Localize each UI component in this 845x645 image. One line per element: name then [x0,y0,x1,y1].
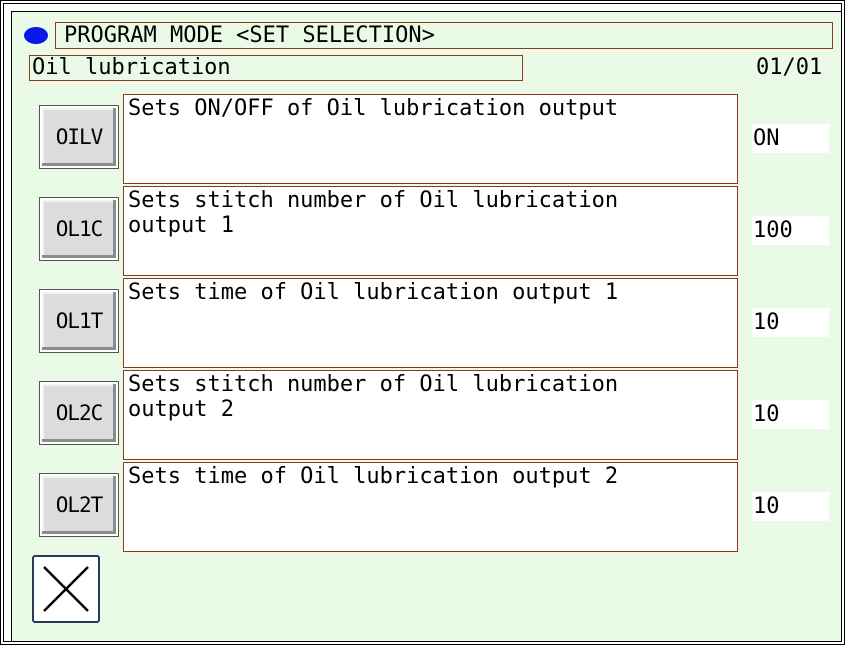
oilv-value: ON [752,124,829,153]
page-title: PROGRAM MODE <SET SELECTION> [55,22,833,49]
ol1t-button[interactable]: OL1T [39,289,119,353]
ol2c-button[interactable]: OL2C [39,381,119,445]
close-button[interactable] [32,555,100,623]
close-icon [43,566,89,612]
param-row-ol2t: OL2T Sets time of Oil lubrication output… [39,462,840,552]
ol2t-button[interactable]: OL2T [39,473,119,537]
ol1t-description: Sets time of Oil lubrication output 1 [123,278,738,368]
ol1c-button[interactable]: OL1C [39,197,119,261]
status-indicator-icon [24,27,48,44]
ol2c-description: Sets stitch number of Oil lubrication ou… [123,370,738,460]
ol2c-value: 10 [752,400,829,429]
param-row-oilv: OILV Sets ON/OFF of Oil lubrication outp… [39,94,840,184]
param-row-ol2c: OL2C Sets stitch number of Oil lubricati… [39,370,840,460]
oilv-description: Sets ON/OFF of Oil lubrication output [123,94,738,184]
oilv-button[interactable]: OILV [39,105,119,169]
ol1t-value: 10 [752,308,829,337]
ol2t-value: 10 [752,492,829,521]
param-row-ol1t: OL1T Sets time of Oil lubrication output… [39,278,840,368]
ol2t-description: Sets time of Oil lubrication output 2 [123,462,738,552]
ol1c-description: Sets stitch number of Oil lubrication ou… [123,186,738,276]
category-label: Oil lubrication [29,55,523,81]
page-indicator: 01/01 [756,55,823,80]
ol1c-value: 100 [752,216,829,245]
param-row-ol1c: OL1C Sets stitch number of Oil lubricati… [39,186,840,276]
